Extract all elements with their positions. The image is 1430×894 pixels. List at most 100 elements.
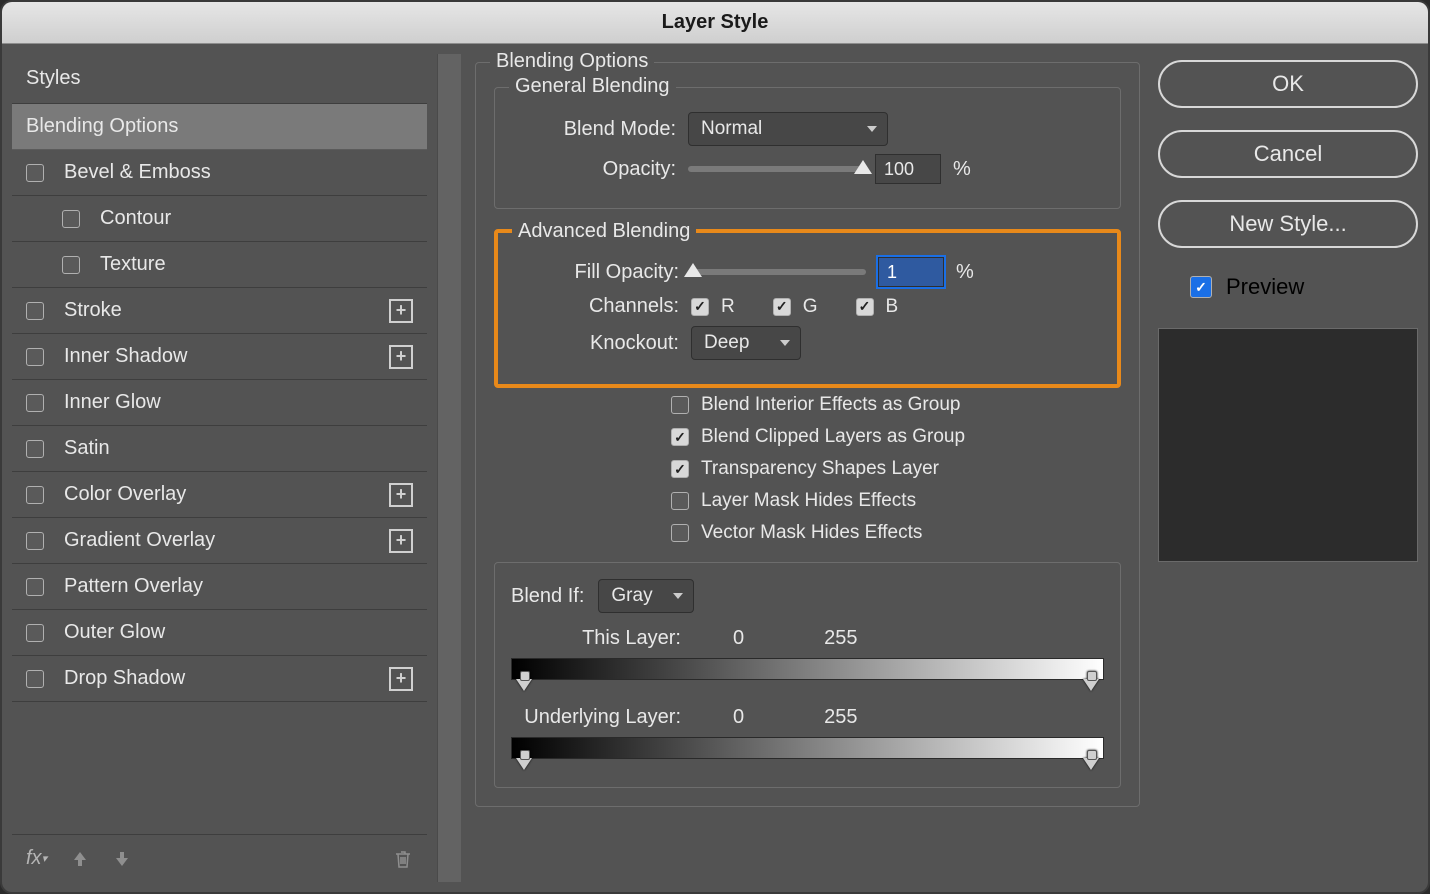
sidebar-item-inner-glow[interactable]: Inner Glow xyxy=(12,380,427,426)
sidebar-item-blending-options[interactable]: Blending Options xyxy=(12,104,427,150)
blend-mode-select[interactable]: Normal xyxy=(688,112,888,146)
right-panel: OK Cancel New Style... Preview xyxy=(1158,54,1418,882)
checkbox-contour[interactable] xyxy=(62,210,80,228)
add-drop-shadow-icon[interactable]: + xyxy=(389,667,413,691)
fill-opacity-label: Fill Opacity: xyxy=(514,261,679,284)
checkbox-texture[interactable] xyxy=(62,256,80,274)
transparency-shapes-label: Transparency Shapes Layer xyxy=(701,458,939,480)
underlying-lo: 0 xyxy=(733,706,744,729)
knockout-select[interactable]: Deep xyxy=(691,326,801,360)
trash-icon[interactable] xyxy=(393,849,413,869)
checkbox-bevel-emboss[interactable] xyxy=(26,164,44,182)
this-layer-handle-lo[interactable] xyxy=(516,679,532,691)
cancel-button[interactable]: Cancel xyxy=(1158,130,1418,178)
percent-label: % xyxy=(953,158,971,181)
fill-opacity-slider[interactable] xyxy=(691,269,866,275)
new-style-button[interactable]: New Style... xyxy=(1158,200,1418,248)
sidebar-item-gradient-overlay[interactable]: Gradient Overlay + xyxy=(12,518,427,564)
sidebar-item-stroke[interactable]: Stroke + xyxy=(12,288,427,334)
main-panel: Blending Options General Blending Blend … xyxy=(471,54,1148,882)
channel-b-checkbox[interactable] xyxy=(856,298,874,316)
checkbox-pattern-overlay[interactable] xyxy=(26,578,44,596)
knockout-value: Deep xyxy=(704,332,749,354)
knockout-label: Knockout: xyxy=(514,332,679,355)
add-color-overlay-icon[interactable]: + xyxy=(389,483,413,507)
sidebar-item-contour[interactable]: Contour xyxy=(12,196,427,242)
down-arrow-icon[interactable] xyxy=(113,850,131,868)
preview-toggle[interactable]: Preview xyxy=(1190,274,1418,300)
preview-label: Preview xyxy=(1226,274,1304,300)
percent-label: % xyxy=(956,261,974,284)
checkbox-inner-shadow[interactable] xyxy=(26,348,44,366)
this-layer-gradient[interactable] xyxy=(511,658,1104,680)
transparency-shapes-checkbox[interactable] xyxy=(671,460,689,478)
sidebar-item-label: Blending Options xyxy=(26,115,178,138)
sidebar-item-color-overlay[interactable]: Color Overlay + xyxy=(12,472,427,518)
blend-mode-value: Normal xyxy=(701,118,762,140)
opacity-label: Opacity: xyxy=(511,158,676,181)
sidebar-item-pattern-overlay[interactable]: Pattern Overlay xyxy=(12,564,427,610)
sidebar-item-label: Inner Shadow xyxy=(64,345,187,368)
sidebar-item-label: Bevel & Emboss xyxy=(64,161,211,184)
layer-mask-hides-label: Layer Mask Hides Effects xyxy=(701,490,916,512)
checkbox-color-overlay[interactable] xyxy=(26,486,44,504)
checkbox-satin[interactable] xyxy=(26,440,44,458)
underlying-layer-gradient[interactable] xyxy=(511,737,1104,759)
blend-if-select[interactable]: Gray xyxy=(598,579,694,613)
sidebar-item-label: Drop Shadow xyxy=(64,667,185,690)
fill-opacity-slider-thumb[interactable] xyxy=(684,263,702,277)
styles-sidebar: Styles Blending Options Bevel & Emboss C… xyxy=(12,54,427,882)
sidebar-item-drop-shadow[interactable]: Drop Shadow + xyxy=(12,656,427,702)
general-blending-legend: General Blending xyxy=(509,75,676,98)
opacity-slider[interactable] xyxy=(688,166,863,172)
channel-g-checkbox[interactable] xyxy=(773,298,791,316)
preview-checkbox[interactable] xyxy=(1190,276,1212,298)
sidebar-item-bevel-emboss[interactable]: Bevel & Emboss xyxy=(12,150,427,196)
sidebar-item-outer-glow[interactable]: Outer Glow xyxy=(12,610,427,656)
sidebar-item-label: Inner Glow xyxy=(64,391,161,414)
opacity-input[interactable]: 100 xyxy=(875,154,941,184)
opacity-slider-thumb[interactable] xyxy=(854,160,872,174)
sidebar-item-label: Outer Glow xyxy=(64,621,165,644)
checkbox-gradient-overlay[interactable] xyxy=(26,532,44,550)
advanced-options-list: Blend Interior Effects as Group Blend Cl… xyxy=(671,394,1121,544)
underlying-hi: 255 xyxy=(824,706,857,729)
add-stroke-icon[interactable]: + xyxy=(389,299,413,323)
this-layer-hi: 255 xyxy=(824,627,857,650)
sidebar-item-label: Texture xyxy=(100,253,166,276)
up-arrow-icon[interactable] xyxy=(71,850,89,868)
sidebar-item-label: Color Overlay xyxy=(64,483,186,506)
underlying-handle-lo[interactable] xyxy=(516,758,532,770)
sidebar-item-label: Contour xyxy=(100,207,171,230)
general-blending-group: General Blending Blend Mode: Normal Opac… xyxy=(494,87,1121,209)
blend-clipped-checkbox[interactable] xyxy=(671,428,689,446)
sidebar-item-texture[interactable]: Texture xyxy=(12,242,427,288)
blend-interior-checkbox[interactable] xyxy=(671,396,689,414)
ok-button[interactable]: OK xyxy=(1158,60,1418,108)
add-inner-shadow-icon[interactable]: + xyxy=(389,345,413,369)
sidebar-item-label: Gradient Overlay xyxy=(64,529,215,552)
advanced-blending-legend: Advanced Blending xyxy=(512,220,696,243)
this-layer-handle-hi[interactable] xyxy=(1083,679,1099,691)
sidebar-footer: fx▾ xyxy=(12,834,427,882)
add-gradient-overlay-icon[interactable]: + xyxy=(389,529,413,553)
this-layer-label: This Layer: xyxy=(511,627,681,650)
checkbox-inner-glow[interactable] xyxy=(26,394,44,412)
checkbox-outer-glow[interactable] xyxy=(26,624,44,642)
channel-r-checkbox[interactable] xyxy=(691,298,709,316)
sidebar-header-label: Styles xyxy=(26,67,80,90)
sidebar-item-satin[interactable]: Satin xyxy=(12,426,427,472)
blend-if-label: Blend If: xyxy=(511,585,584,608)
sidebar-scrollbar[interactable] xyxy=(437,54,461,882)
underlying-handle-hi[interactable] xyxy=(1083,758,1099,770)
blend-if-group: Blend If: Gray This Layer: 0 255 xyxy=(494,562,1121,788)
sidebar-item-inner-shadow[interactable]: Inner Shadow + xyxy=(12,334,427,380)
checkbox-stroke[interactable] xyxy=(26,302,44,320)
checkbox-drop-shadow[interactable] xyxy=(26,670,44,688)
vector-mask-hides-checkbox[interactable] xyxy=(671,524,689,542)
fx-menu-icon[interactable]: fx▾ xyxy=(26,847,47,870)
sidebar-item-label: Stroke xyxy=(64,299,122,322)
fill-opacity-input[interactable]: 1 xyxy=(878,257,944,287)
sidebar-header: Styles xyxy=(12,54,427,104)
layer-mask-hides-checkbox[interactable] xyxy=(671,492,689,510)
